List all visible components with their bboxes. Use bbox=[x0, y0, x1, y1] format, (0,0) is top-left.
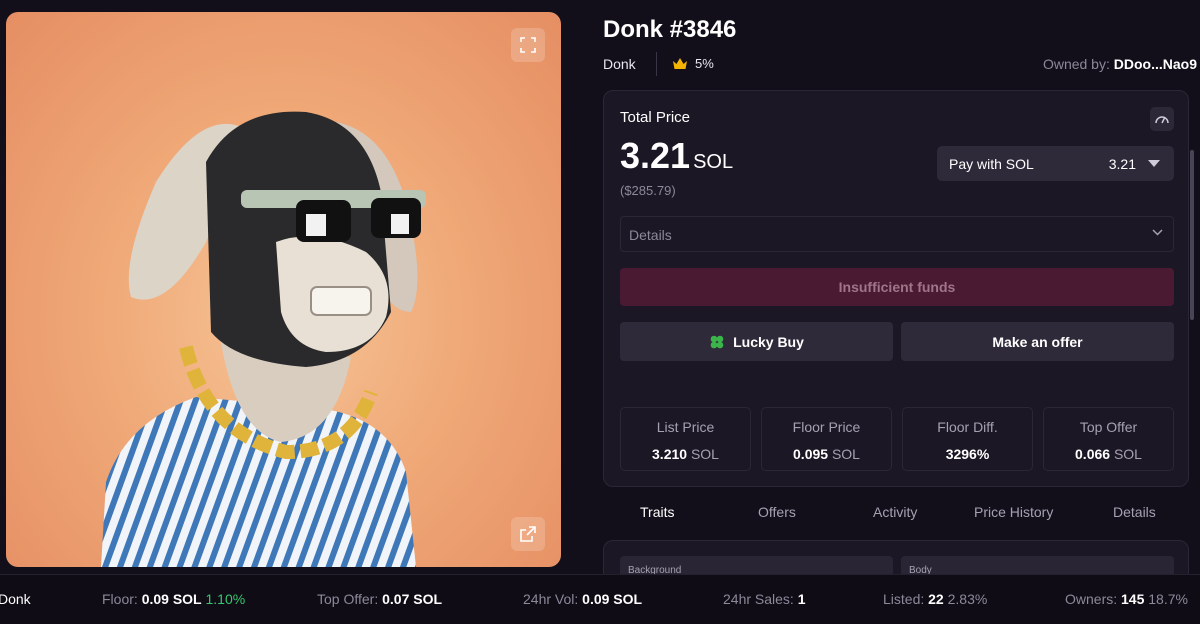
tab-details[interactable]: Details bbox=[1113, 504, 1156, 520]
external-link-icon[interactable] bbox=[511, 517, 545, 551]
pay-with-amount: 3.21 bbox=[1108, 156, 1136, 172]
pay-with-label: Pay with SOL bbox=[949, 156, 1034, 172]
nft-image[interactable] bbox=[6, 12, 561, 567]
stat-top-offer: Top Offer 0.066 SOL bbox=[1043, 407, 1174, 471]
chevron-down-icon bbox=[1152, 229, 1163, 236]
nft-title: Donk #3846 bbox=[603, 16, 737, 43]
stat-list-price: List Price 3.210 SOL bbox=[620, 407, 751, 471]
price-amount: 3.21 bbox=[620, 135, 691, 176]
scrollbar[interactable] bbox=[1190, 150, 1194, 320]
details-dropdown[interactable]: Details bbox=[620, 216, 1174, 252]
bar-top-offer: Top Offer: 0.07 SOL bbox=[317, 591, 443, 607]
tab-price-history[interactable]: Price History bbox=[974, 504, 1053, 520]
price-usd: ($285.79) bbox=[620, 183, 676, 198]
lucky-buy-button[interactable]: Lucky Buy bbox=[620, 322, 893, 361]
owner-label: Owned by: bbox=[1042, 56, 1110, 72]
owner-address[interactable]: DDoo...Nao9 bbox=[1114, 56, 1197, 72]
owner-info: Owned by: DDoo...Nao9 bbox=[1043, 56, 1197, 72]
stat-label: Top Offer bbox=[1079, 419, 1138, 435]
price-currency: SOL bbox=[693, 151, 734, 173]
nft-meta-row: Donk 5% Owned by: DDoo...Nao9 bbox=[603, 52, 1197, 76]
insufficient-funds-button[interactable]: Insufficient funds bbox=[620, 268, 1174, 306]
bar-24h-volume: 24hr Vol: 0.09 SOL bbox=[523, 591, 643, 607]
make-offer-button[interactable]: Make an offer bbox=[901, 322, 1174, 361]
bar-collection-name: Donk bbox=[0, 591, 31, 607]
caret-down-icon bbox=[1148, 160, 1160, 167]
royalty-badge: 5% bbox=[673, 56, 714, 71]
expand-icon[interactable] bbox=[511, 28, 545, 62]
stat-value: 0.066 SOL bbox=[1075, 446, 1142, 462]
stat-value: 3.210 SOL bbox=[652, 446, 719, 462]
tab-offers[interactable]: Offers bbox=[758, 504, 796, 520]
detail-tabs: Traits Offers Activity Price History Det… bbox=[603, 504, 1197, 524]
stat-value: 3296% bbox=[945, 446, 990, 462]
details-label: Details bbox=[629, 227, 672, 243]
tab-traits[interactable]: Traits bbox=[640, 504, 674, 520]
total-price-label: Total Price bbox=[620, 109, 691, 126]
nft-detail-panel: Donk #3846 Donk 5% Owned by: DDoo...Nao9… bbox=[603, 0, 1197, 586]
lucky-buy-label: Lucky Buy bbox=[733, 333, 804, 350]
stat-label: Floor Price bbox=[792, 419, 861, 435]
stat-floor-diff: Floor Diff. 3296% bbox=[902, 407, 1033, 471]
collection-link[interactable]: Donk bbox=[603, 56, 636, 72]
stat-floor-price: Floor Price 0.095 SOL bbox=[761, 407, 892, 471]
gauge-icon[interactable] bbox=[1150, 107, 1174, 131]
tab-activity[interactable]: Activity bbox=[873, 504, 917, 520]
bar-owners: Owners: 145 18.7% bbox=[1065, 591, 1188, 607]
stat-label: Floor Diff. bbox=[937, 419, 998, 435]
stat-label: List Price bbox=[656, 419, 715, 435]
bar-floor: Floor: 0.09 SOL 1.10% bbox=[102, 591, 246, 607]
stat-value: 0.095 SOL bbox=[793, 446, 860, 462]
price-card: Total Price 3.21 SOL ($285.79) Pay with … bbox=[603, 90, 1189, 487]
bar-24h-sales: 24hr Sales: 1 bbox=[723, 591, 806, 607]
meta-divider bbox=[656, 52, 657, 76]
pay-with-select[interactable]: Pay with SOL 3.21 bbox=[937, 146, 1174, 181]
collection-stats-bar: Donk Floor: 0.09 SOL 1.10% Top Offer: 0.… bbox=[0, 574, 1200, 624]
royalty-value: 5% bbox=[695, 56, 714, 71]
bar-listed: Listed: 22 2.83% bbox=[883, 591, 988, 607]
clover-icon bbox=[710, 335, 724, 348]
total-price: 3.21 SOL bbox=[620, 135, 733, 177]
nft-artwork bbox=[101, 111, 426, 567]
crown-icon bbox=[673, 58, 687, 69]
